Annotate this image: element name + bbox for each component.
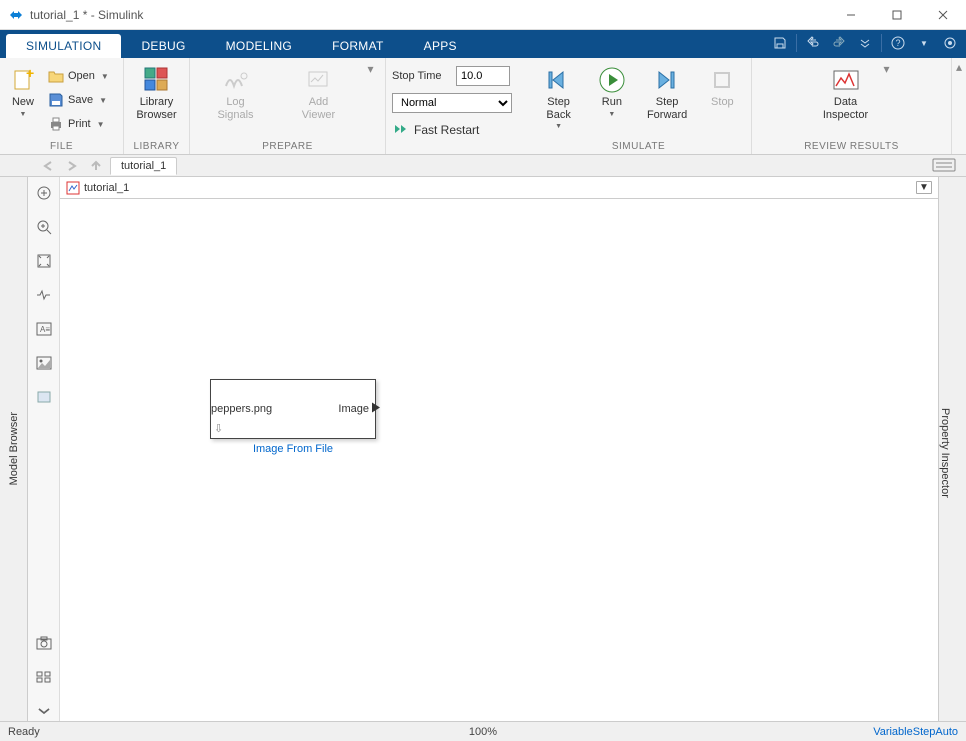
hide-show-icon[interactable] xyxy=(34,183,54,203)
data-inspector-button[interactable]: Data Inspector xyxy=(813,62,879,121)
zoom-icon[interactable] xyxy=(34,217,54,237)
tab-simulation[interactable]: SIMULATION xyxy=(6,34,121,58)
svg-text:+: + xyxy=(26,68,34,81)
redo-icon[interactable] xyxy=(827,32,851,54)
status-left: Ready xyxy=(8,726,40,738)
stop-time-input[interactable] xyxy=(456,66,510,86)
step-forward-button[interactable]: Step Forward xyxy=(641,62,693,121)
tab-format[interactable]: FORMAT xyxy=(312,34,404,58)
undo-icon[interactable] xyxy=(801,32,825,54)
save-icon xyxy=(48,92,64,108)
svg-text:?: ? xyxy=(895,38,900,48)
step-back-icon xyxy=(545,66,573,94)
stop-icon xyxy=(708,66,736,94)
zoom-level[interactable]: 100% xyxy=(469,726,497,738)
image-icon[interactable] xyxy=(34,353,54,373)
tab-modeling[interactable]: MODELING xyxy=(206,34,312,58)
run-button[interactable]: Run ▼ xyxy=(592,62,632,118)
solver-link[interactable]: VariableStepAuto xyxy=(873,726,958,738)
save-icon[interactable] xyxy=(768,32,792,54)
group-label-library: LIBRARY xyxy=(124,141,189,154)
print-button[interactable]: Print▼ xyxy=(44,112,113,136)
titlebar: tutorial_1 * - Simulink xyxy=(0,0,966,30)
viewmarks-icon[interactable] xyxy=(34,667,54,687)
minimize-button[interactable] xyxy=(828,0,874,30)
palette: A≡ xyxy=(28,177,60,721)
stop-button[interactable]: Stop xyxy=(702,62,742,109)
viewer-icon xyxy=(305,66,333,94)
step-back-button[interactable]: Step Back ▼ xyxy=(535,62,583,130)
library-browser-button[interactable]: Library Browser xyxy=(130,62,183,121)
model-tab[interactable]: tutorial_1 xyxy=(110,157,177,175)
folder-open-icon xyxy=(48,68,64,84)
close-button[interactable] xyxy=(920,0,966,30)
signal-icon xyxy=(222,66,250,94)
sim-mode-select[interactable]: Normal xyxy=(392,93,512,113)
quick-access-toolbar: ? ▼ xyxy=(768,32,962,54)
open-button[interactable]: Open▼ xyxy=(44,64,113,88)
model-browser-panel[interactable]: Model Browser xyxy=(0,177,28,721)
group-label-simulate: SIMULATE xyxy=(526,141,751,154)
toolstrip-tabs: SIMULATION DEBUG MODELING FORMAT APPS ? … xyxy=(0,30,966,58)
output-port-icon[interactable] xyxy=(371,402,381,417)
target-icon[interactable] xyxy=(938,32,962,54)
tab-debug[interactable]: DEBUG xyxy=(121,34,205,58)
block-param-text: peppers.png xyxy=(211,403,272,415)
play-icon xyxy=(598,66,626,94)
block-port-label: Image xyxy=(338,403,369,415)
prepare-expand[interactable]: ▾ xyxy=(367,62,375,76)
block-name[interactable]: Image From File xyxy=(210,443,376,455)
block-flip-icon: ⇩ xyxy=(214,422,223,435)
keyboard-icon[interactable] xyxy=(932,158,960,174)
stop-time-label: Stop Time xyxy=(392,70,450,82)
ribbon-collapse[interactable]: ▴ xyxy=(952,58,966,154)
fast-restart-button[interactable]: Fast Restart xyxy=(392,118,479,142)
expand-icon[interactable] xyxy=(34,701,54,721)
nav-forward-icon[interactable] xyxy=(62,157,82,175)
statusbar: Ready 100% VariableStepAuto xyxy=(0,721,966,741)
group-label-review: REVIEW RESULTS xyxy=(752,141,951,154)
group-label-file: FILE xyxy=(0,141,123,154)
explorer-bar: tutorial_1 xyxy=(0,155,966,177)
fast-restart-icon xyxy=(392,121,408,140)
sample-time-icon[interactable] xyxy=(34,285,54,305)
tab-apps[interactable]: APPS xyxy=(404,34,477,58)
help-dropdown[interactable]: ▼ xyxy=(912,32,936,54)
svg-text:A≡: A≡ xyxy=(40,325,50,334)
breadcrumb-dropdown[interactable]: ▼ xyxy=(916,181,932,194)
more-icon[interactable] xyxy=(853,32,877,54)
workarea: Model Browser A≡ tutorial_1 ▼ pepper xyxy=(0,177,966,721)
nav-back-icon[interactable] xyxy=(38,157,58,175)
breadcrumb-path[interactable]: tutorial_1 xyxy=(84,182,129,194)
review-expand[interactable]: ▾ xyxy=(883,62,891,76)
print-icon xyxy=(48,116,64,132)
log-signals-button[interactable]: Log Signals xyxy=(201,62,271,121)
model-icon xyxy=(66,181,80,195)
fit-icon[interactable] xyxy=(34,251,54,271)
screenshot-icon[interactable] xyxy=(34,633,54,653)
new-file-icon: + xyxy=(9,66,37,94)
area-icon[interactable] xyxy=(34,387,54,407)
add-viewer-button[interactable]: Add Viewer xyxy=(284,62,354,121)
save-button[interactable]: Save▼ xyxy=(44,88,113,112)
nav-up-icon[interactable] xyxy=(86,157,106,175)
library-icon xyxy=(143,66,171,94)
window-title: tutorial_1 * - Simulink xyxy=(30,8,828,22)
breadcrumb: tutorial_1 ▼ xyxy=(60,177,938,199)
step-forward-icon xyxy=(653,66,681,94)
ribbon: + New ▼ Open▼ Save▼ Print▼ FILE xyxy=(0,58,966,155)
new-button[interactable]: + New ▼ xyxy=(6,62,40,118)
group-label-prepare: PREPARE xyxy=(190,141,385,154)
stop-time-row: Stop Time xyxy=(392,64,510,88)
help-icon[interactable]: ? xyxy=(886,32,910,54)
canvas[interactable]: peppers.png Image ⇩ Image From File xyxy=(60,199,938,721)
property-inspector-panel[interactable]: Property Inspector xyxy=(938,177,966,721)
annotation-icon[interactable]: A≡ xyxy=(34,319,54,339)
app-icon xyxy=(8,7,24,23)
maximize-button[interactable] xyxy=(874,0,920,30)
data-inspector-icon xyxy=(832,66,860,94)
image-from-file-block[interactable]: peppers.png Image ⇩ xyxy=(210,379,376,439)
